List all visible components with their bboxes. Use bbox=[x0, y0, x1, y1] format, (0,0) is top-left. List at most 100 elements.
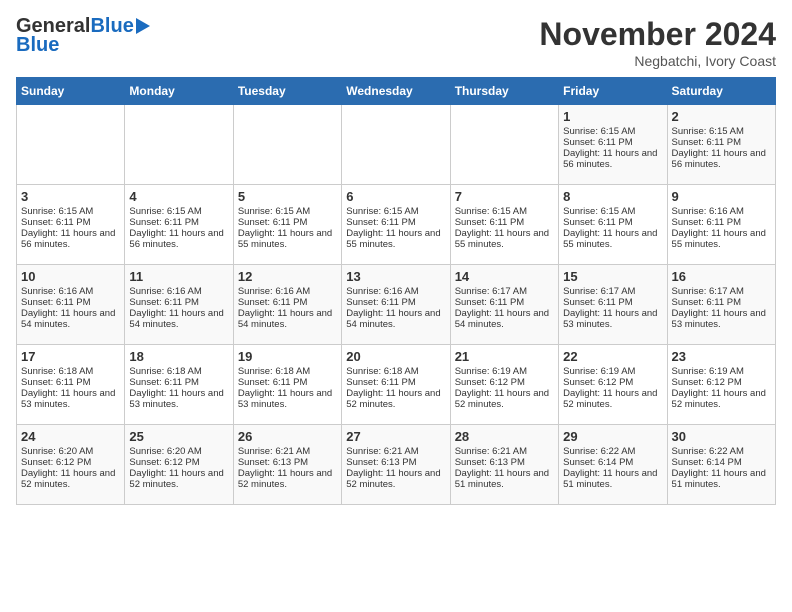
sunset-text: Sunset: 6:11 PM bbox=[129, 377, 228, 388]
sunrise-text: Sunrise: 6:15 AM bbox=[129, 206, 228, 217]
sunset-text: Sunset: 6:12 PM bbox=[129, 457, 228, 468]
sunset-text: Sunset: 6:13 PM bbox=[455, 457, 554, 468]
daylight-text: Daylight: 11 hours and 53 minutes. bbox=[129, 388, 228, 410]
sunrise-text: Sunrise: 6:16 AM bbox=[21, 286, 120, 297]
day-number: 30 bbox=[672, 429, 771, 444]
weekday-header-sunday: Sunday bbox=[17, 78, 125, 105]
sunset-text: Sunset: 6:11 PM bbox=[129, 217, 228, 228]
day-number: 10 bbox=[21, 269, 120, 284]
sunset-text: Sunset: 6:11 PM bbox=[238, 377, 337, 388]
day-number: 16 bbox=[672, 269, 771, 284]
location: Negbatchi, Ivory Coast bbox=[539, 53, 776, 69]
day-number: 25 bbox=[129, 429, 228, 444]
sunset-text: Sunset: 6:11 PM bbox=[563, 137, 662, 148]
day-number: 27 bbox=[346, 429, 445, 444]
calendar-cell: 28Sunrise: 6:21 AMSunset: 6:13 PMDayligh… bbox=[450, 425, 558, 505]
daylight-text: Daylight: 11 hours and 56 minutes. bbox=[563, 148, 662, 170]
daylight-text: Daylight: 11 hours and 55 minutes. bbox=[672, 228, 771, 250]
calendar-cell: 9Sunrise: 6:16 AMSunset: 6:11 PMDaylight… bbox=[667, 185, 775, 265]
sunrise-text: Sunrise: 6:16 AM bbox=[346, 286, 445, 297]
sunset-text: Sunset: 6:14 PM bbox=[563, 457, 662, 468]
sunrise-text: Sunrise: 6:19 AM bbox=[563, 366, 662, 377]
sunrise-text: Sunrise: 6:18 AM bbox=[238, 366, 337, 377]
daylight-text: Daylight: 11 hours and 54 minutes. bbox=[238, 308, 337, 330]
sunset-text: Sunset: 6:12 PM bbox=[21, 457, 120, 468]
sunrise-text: Sunrise: 6:18 AM bbox=[21, 366, 120, 377]
day-number: 11 bbox=[129, 269, 228, 284]
title-area: November 2024 Negbatchi, Ivory Coast bbox=[539, 16, 776, 69]
sunset-text: Sunset: 6:11 PM bbox=[455, 297, 554, 308]
calendar-cell: 1 Sunrise: 6:15 AMSunset: 6:11 PMDaylight… bbox=[559, 105, 667, 185]
day-number: 19 bbox=[238, 349, 337, 364]
sunrise-text: Sunrise: 6:15 AM bbox=[455, 206, 554, 217]
sunset-text: Sunset: 6:11 PM bbox=[563, 217, 662, 228]
calendar-cell: 10 Sunrise: 6:16 AMSunset: 6:11 PMDayligh… bbox=[17, 265, 125, 345]
calendar-cell: 7Sunrise: 6:15 AMSunset: 6:11 PMDaylight… bbox=[450, 185, 558, 265]
daylight-text: Daylight: 11 hours and 55 minutes. bbox=[238, 228, 337, 250]
day-number: 29 bbox=[563, 429, 662, 444]
daylight-text: Daylight: 11 hours and 54 minutes. bbox=[21, 308, 120, 330]
calendar-cell bbox=[17, 105, 125, 185]
daylight-text: Daylight: 11 hours and 56 minutes. bbox=[129, 228, 228, 250]
sunset-text: Sunset: 6:11 PM bbox=[21, 297, 120, 308]
day-number: 5 bbox=[238, 189, 337, 204]
sunset-text: Sunset: 6:11 PM bbox=[346, 377, 445, 388]
day-number: 7 bbox=[455, 189, 554, 204]
calendar-cell bbox=[342, 105, 450, 185]
calendar-cell: 20Sunrise: 6:18 AMSunset: 6:11 PMDayligh… bbox=[342, 345, 450, 425]
calendar-cell: 29Sunrise: 6:22 AMSunset: 6:14 PMDayligh… bbox=[559, 425, 667, 505]
weekday-header-thursday: Thursday bbox=[450, 78, 558, 105]
sunset-text: Sunset: 6:11 PM bbox=[346, 217, 445, 228]
sunrise-text: Sunrise: 6:17 AM bbox=[563, 286, 662, 297]
sunrise-text: Sunrise: 6:16 AM bbox=[238, 286, 337, 297]
daylight-text: Daylight: 11 hours and 55 minutes. bbox=[455, 228, 554, 250]
sunset-text: Sunset: 6:12 PM bbox=[455, 377, 554, 388]
calendar-cell: 4Sunrise: 6:15 AMSunset: 6:11 PMDaylight… bbox=[125, 185, 233, 265]
day-number: 24 bbox=[21, 429, 120, 444]
daylight-text: Daylight: 11 hours and 55 minutes. bbox=[563, 228, 662, 250]
day-number: 8 bbox=[563, 189, 662, 204]
sunset-text: Sunset: 6:11 PM bbox=[672, 137, 771, 148]
daylight-text: Daylight: 11 hours and 53 minutes. bbox=[21, 388, 120, 410]
sunrise-text: Sunrise: 6:16 AM bbox=[129, 286, 228, 297]
calendar-cell: 16Sunrise: 6:17 AMSunset: 6:11 PMDayligh… bbox=[667, 265, 775, 345]
sunrise-text: Sunrise: 6:21 AM bbox=[238, 446, 337, 457]
sunrise-text: Sunrise: 6:20 AM bbox=[21, 446, 120, 457]
day-number: 3 bbox=[21, 189, 120, 204]
calendar-cell: 22Sunrise: 6:19 AMSunset: 6:12 PMDayligh… bbox=[559, 345, 667, 425]
calendar-cell: 14Sunrise: 6:17 AMSunset: 6:11 PMDayligh… bbox=[450, 265, 558, 345]
sunset-text: Sunset: 6:11 PM bbox=[672, 217, 771, 228]
calendar-cell: 6Sunrise: 6:15 AMSunset: 6:11 PMDaylight… bbox=[342, 185, 450, 265]
day-number: 2 bbox=[672, 109, 771, 124]
sunrise-text: Sunrise: 6:18 AM bbox=[129, 366, 228, 377]
daylight-text: Daylight: 11 hours and 52 minutes. bbox=[129, 468, 228, 490]
calendar-cell: 11Sunrise: 6:16 AMSunset: 6:11 PMDayligh… bbox=[125, 265, 233, 345]
calendar-week-row: 24Sunrise: 6:20 AMSunset: 6:12 PMDayligh… bbox=[17, 425, 776, 505]
day-number: 12 bbox=[238, 269, 337, 284]
sunrise-text: Sunrise: 6:19 AM bbox=[455, 366, 554, 377]
daylight-text: Daylight: 11 hours and 52 minutes. bbox=[455, 388, 554, 410]
sunset-text: Sunset: 6:13 PM bbox=[346, 457, 445, 468]
daylight-text: Daylight: 11 hours and 51 minutes. bbox=[672, 468, 771, 490]
daylight-text: Daylight: 11 hours and 52 minutes. bbox=[346, 468, 445, 490]
sunrise-text: Sunrise: 6:21 AM bbox=[455, 446, 554, 457]
daylight-text: Daylight: 11 hours and 52 minutes. bbox=[238, 468, 337, 490]
sunset-text: Sunset: 6:11 PM bbox=[346, 297, 445, 308]
daylight-text: Daylight: 11 hours and 51 minutes. bbox=[563, 468, 662, 490]
weekday-header-saturday: Saturday bbox=[667, 78, 775, 105]
daylight-text: Daylight: 11 hours and 56 minutes. bbox=[21, 228, 120, 250]
calendar-cell: 2Sunrise: 6:15 AMSunset: 6:11 PMDaylight… bbox=[667, 105, 775, 185]
calendar-week-row: 17Sunrise: 6:18 AMSunset: 6:11 PMDayligh… bbox=[17, 345, 776, 425]
daylight-text: Daylight: 11 hours and 51 minutes. bbox=[455, 468, 554, 490]
day-number: 15 bbox=[563, 269, 662, 284]
sunrise-text: Sunrise: 6:20 AM bbox=[129, 446, 228, 457]
calendar-cell: 19Sunrise: 6:18 AMSunset: 6:11 PMDayligh… bbox=[233, 345, 341, 425]
calendar-cell: 27Sunrise: 6:21 AMSunset: 6:13 PMDayligh… bbox=[342, 425, 450, 505]
sunset-text: Sunset: 6:11 PM bbox=[238, 217, 337, 228]
calendar-cell bbox=[233, 105, 341, 185]
daylight-text: Daylight: 11 hours and 52 minutes. bbox=[346, 388, 445, 410]
calendar-cell bbox=[450, 105, 558, 185]
day-number: 1 bbox=[563, 109, 662, 124]
month-title: November 2024 bbox=[539, 16, 776, 53]
sunrise-text: Sunrise: 6:15 AM bbox=[563, 126, 662, 137]
